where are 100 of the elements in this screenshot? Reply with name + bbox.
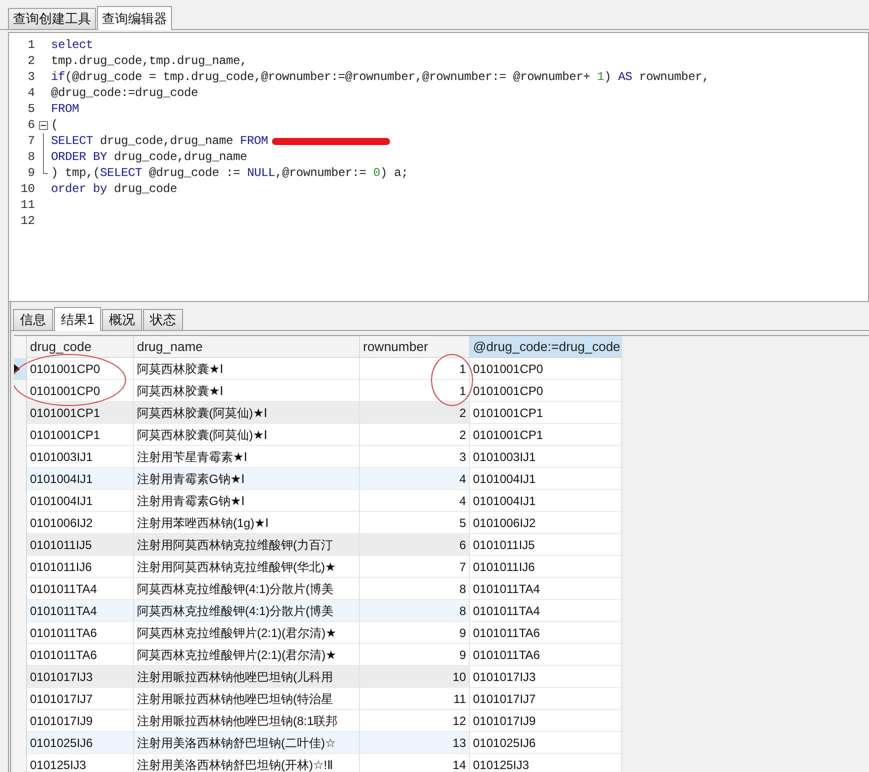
tab[interactable]: 信息 <box>13 309 53 330</box>
code-line: SELECT drug_code,drug_name FROM <box>51 133 268 149</box>
table-cell: 0101004IJ1 <box>27 490 134 512</box>
table-cell: 0101011TA4 <box>470 600 622 622</box>
table-cell: 8 <box>360 600 470 622</box>
table-cell: 5 <box>360 512 470 534</box>
table-cell: 0101017IJ7 <box>470 688 622 710</box>
table-cell: 0101001CP1 <box>470 402 622 424</box>
table-cell: 1 <box>360 380 470 402</box>
table-cell: 6 <box>360 534 470 556</box>
line-number: 2 <box>26 53 36 69</box>
table-cell: 0101011IJ6 <box>470 556 622 578</box>
table-cell: 注射用哌拉西林钠他唑巴坦钠(儿科用 <box>134 666 360 688</box>
code-line: ( <box>51 117 58 133</box>
tab[interactable]: 状态 <box>143 309 184 330</box>
line-number: 4 <box>26 85 36 101</box>
table-cell: 12 <box>360 710 470 732</box>
table-cell: 0101003IJ1 <box>470 446 622 468</box>
table-cell: 0101004IJ1 <box>27 468 134 490</box>
table-cell: 0101001CP0 <box>27 358 134 380</box>
code-line: ) tmp,(SELECT @drug_code := NULL,@rownumber:= 0) a; <box>51 165 408 181</box>
line-number: 10 <box>20 181 36 197</box>
collapse-icon[interactable] <box>39 121 48 130</box>
table-cell: 0101004IJ1 <box>470 490 622 512</box>
code-line: if(@drug_code = tmp.drug_code,@rownumber:=@rownumber,@rownumber:= @rownumber+ 1) AS rownumber, <box>51 69 710 85</box>
line-number: 1 <box>26 37 36 53</box>
table-cell: 0101017IJ9 <box>27 710 134 732</box>
table-cell: 注射用哌拉西林钠他唑巴坦钠(8:1联邦 <box>134 710 360 732</box>
table-cell: 阿莫西林胶囊★Ⅰ <box>134 358 360 380</box>
column-header[interactable]: @drug_code:=drug_code <box>470 336 622 358</box>
table-cell: 0101011TA4 <box>27 600 134 622</box>
table-cell: 0101004IJ1 <box>470 468 622 490</box>
table-cell: 注射用美洛西林钠舒巴坦钠(二叶佳)☆ <box>134 732 360 754</box>
line-number: 5 <box>26 101 36 117</box>
line-number: 7 <box>26 133 36 149</box>
table-cell: 14 <box>360 754 470 772</box>
table-cell: 注射用美洛西林钠舒巴坦钠(开林)☆!Ⅱ <box>134 754 360 772</box>
line-number: 3 <box>26 69 36 85</box>
table-cell: 阿莫西林克拉维酸钾片(2:1)(君尔清)★ <box>134 644 360 666</box>
table-cell: 注射用阿莫西林钠克拉维酸钾(华北)★ <box>134 556 360 578</box>
table-cell: 7 <box>360 556 470 578</box>
table-cell: 3 <box>360 446 470 468</box>
table-cell: 0101001CP1 <box>27 424 134 446</box>
code-line: FROM <box>51 101 80 117</box>
table-cell: 11 <box>360 688 470 710</box>
tab[interactable]: 结果1 <box>54 307 102 331</box>
line-number: 11 <box>20 197 36 213</box>
table-cell: 注射用哌拉西林钠他唑巴坦钠(特治星 <box>134 688 360 710</box>
table-cell: 注射用青霉素G钠★Ⅰ <box>134 490 360 512</box>
line-number: 8 <box>26 149 36 165</box>
table-cell: 阿莫西林胶囊(阿莫仙)★Ⅰ <box>134 402 360 424</box>
table-cell: 注射用青霉素G钠★Ⅰ <box>134 468 360 490</box>
table-cell: 0101003IJ1 <box>27 446 134 468</box>
table-cell: 0101011IJ5 <box>27 534 134 556</box>
table-cell: 10 <box>360 666 470 688</box>
row-header[interactable] <box>14 358 27 380</box>
code-line: order by drug_code <box>51 181 178 197</box>
table-cell: 0101025IJ6 <box>470 732 622 754</box>
table-cell: 2 <box>360 424 470 446</box>
table-cell: 8 <box>360 578 470 600</box>
table-cell: 阿莫西林胶囊(阿莫仙)★Ⅰ <box>134 424 360 446</box>
table-cell: 阿莫西林胶囊★Ⅰ <box>134 380 360 402</box>
table-cell: 1 <box>360 358 470 380</box>
line-number: 12 <box>20 213 36 229</box>
table-cell: 0101011TA6 <box>27 622 134 644</box>
tab[interactable]: 查询编辑器 <box>97 6 172 30</box>
current-row-icon <box>14 364 20 374</box>
table-cell: 010125IJ3 <box>27 754 134 772</box>
table-cell: 0101017IJ7 <box>27 688 134 710</box>
table-cell: 注射用苯唑西林钠(1g)★Ⅰ <box>134 512 360 534</box>
table-cell: 0101006IJ2 <box>27 512 134 534</box>
column-header[interactable]: drug_name <box>134 336 360 358</box>
table-cell: 阿莫西林克拉维酸钾(4:1)分散片(博美 <box>134 578 360 600</box>
table-cell: 0101011IJ6 <box>27 556 134 578</box>
table-cell: 0101011TA6 <box>470 622 622 644</box>
table-cell: 0101011IJ5 <box>470 534 622 556</box>
table-cell: 2 <box>360 402 470 424</box>
column-header[interactable]: rownumber <box>360 336 470 358</box>
table-cell: 阿莫西林克拉维酸钾(4:1)分散片(博美 <box>134 600 360 622</box>
table-cell: 0101017IJ3 <box>470 666 622 688</box>
table-cell: 阿莫西林克拉维酸钾片(2:1)(君尔清)★ <box>134 622 360 644</box>
table-cell: 010125IJ3 <box>470 754 622 772</box>
table-cell: 0101001CP0 <box>470 380 622 402</box>
table-cell: 0101017IJ3 <box>27 666 134 688</box>
table-cell: 0101001CP1 <box>27 402 134 424</box>
line-number: 6 <box>26 117 36 133</box>
table-cell: 9 <box>360 644 470 666</box>
sql-editor[interactable] <box>8 32 869 302</box>
tab[interactable]: 概况 <box>102 309 142 330</box>
table-cell: 4 <box>360 468 470 490</box>
table-cell: 0101025IJ6 <box>27 732 134 754</box>
column-header[interactable]: drug_code <box>27 336 134 358</box>
table-cell: 0101011TA6 <box>27 644 134 666</box>
table-cell: 注射用阿莫西林钠克拉维酸钾(力百汀 <box>134 534 360 556</box>
code-line: @drug_code:=drug_code <box>51 85 198 101</box>
table-cell: 注射用苄星青霉素★Ⅰ <box>134 446 360 468</box>
table-cell: 0101001CP0 <box>27 380 134 402</box>
tab[interactable]: 查询创建工具 <box>8 8 96 29</box>
table-cell: 0101011TA4 <box>470 578 622 600</box>
table-cell: 13 <box>360 732 470 754</box>
